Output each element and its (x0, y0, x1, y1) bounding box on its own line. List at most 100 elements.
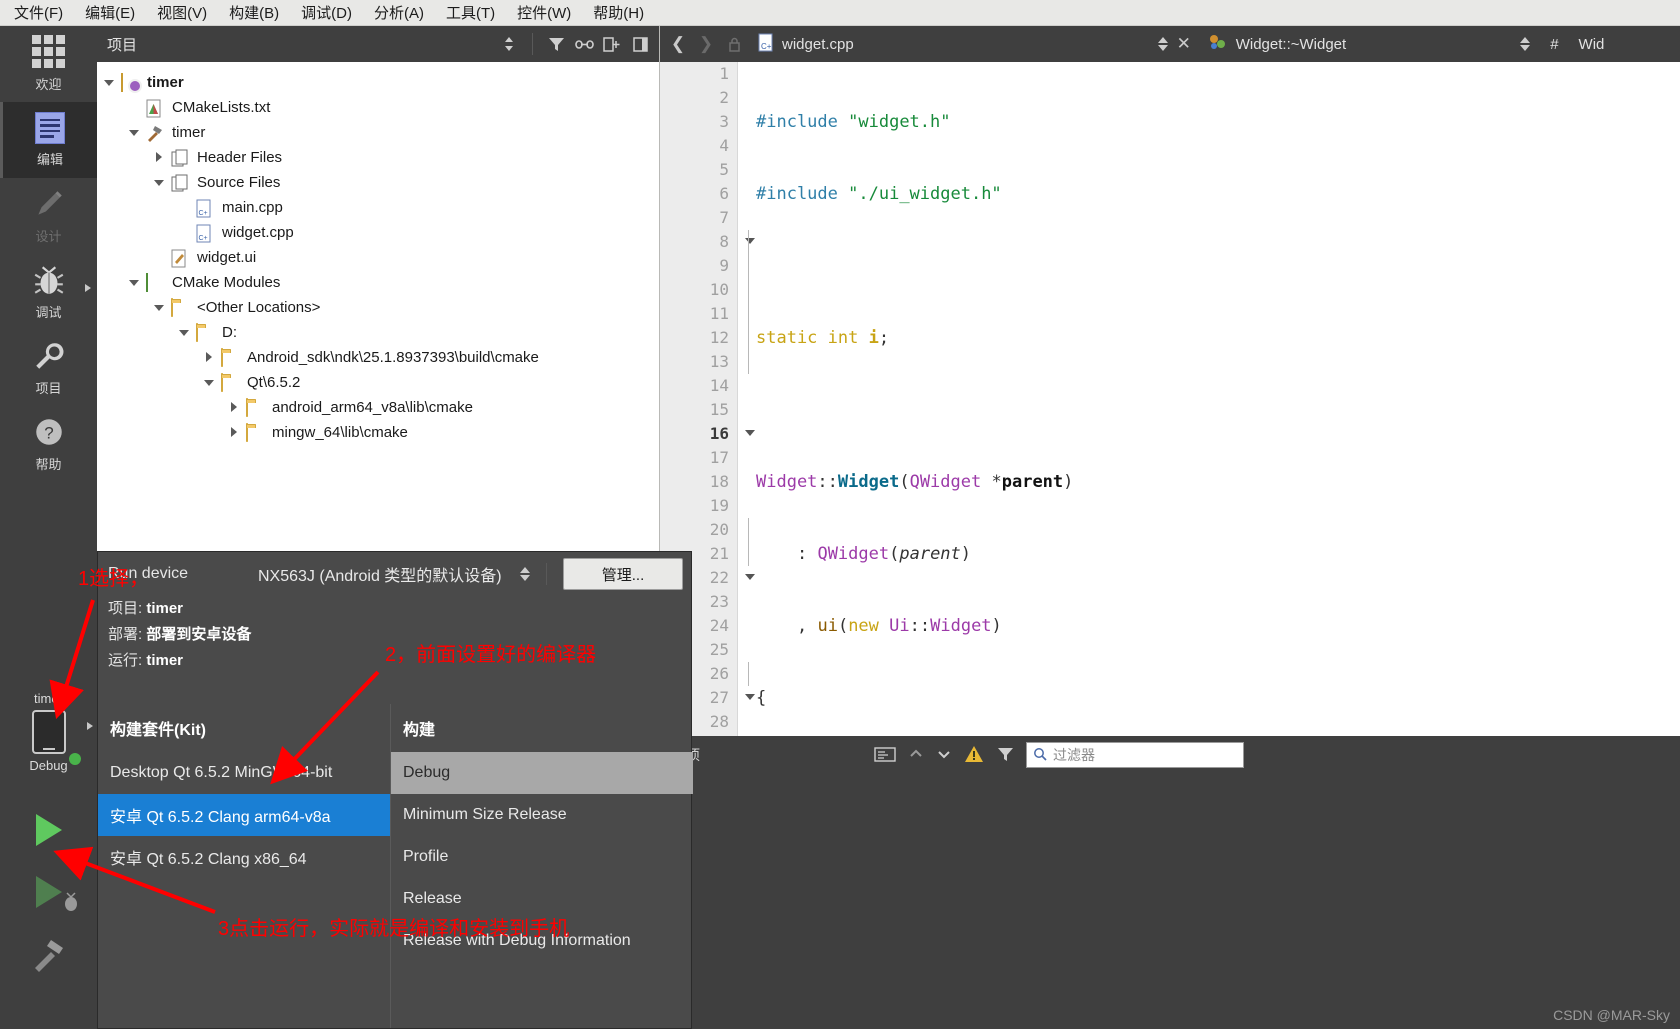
tree-item[interactable]: CMake Modules (103, 270, 659, 295)
tree-item[interactable]: mingw_64\lib\cmake (103, 420, 659, 445)
sidebar-item-help[interactable]: ? 帮助 (0, 406, 97, 482)
chevron-down-icon[interactable] (178, 326, 192, 340)
menu-view[interactable]: 视图(V) (157, 2, 207, 23)
panel-icon[interactable] (629, 33, 651, 55)
device-spinner-icon[interactable] (520, 567, 530, 581)
question-circle-icon: ? (35, 419, 62, 445)
kit-selector-popup[interactable]: Run device NX563J (Android 类型的默认设备) 管理..… (97, 551, 693, 1029)
tree-item[interactable]: D: (103, 320, 659, 345)
chevron-down-icon[interactable] (203, 376, 217, 390)
tree-item[interactable]: timer (103, 120, 659, 145)
kit-list-item[interactable]: 安卓 Qt 6.5.2 Clang x86_64 (98, 836, 390, 878)
tree-item[interactable]: Header Files (103, 145, 659, 170)
build-list-item[interactable]: Debug (391, 752, 693, 794)
sidebar-item-projects[interactable]: 项目 (0, 330, 97, 406)
svg-text:?: ? (44, 423, 53, 442)
nav-back-icon[interactable]: ❮ (666, 31, 690, 57)
lock-icon[interactable] (722, 31, 746, 57)
menu-analyze[interactable]: 分析(A) (374, 2, 424, 23)
line-number: 12 (709, 328, 729, 347)
pencil-icon (37, 191, 62, 215)
menu-edit[interactable]: 编辑(E) (85, 2, 135, 23)
tree-item[interactable]: C+ main.cpp (103, 195, 659, 220)
filter-icon[interactable] (996, 745, 1014, 766)
tree-item[interactable]: timer (103, 70, 659, 95)
chevron-right-icon[interactable] (153, 151, 167, 165)
tree-item[interactable]: <Other Locations> (103, 295, 659, 320)
tree-item[interactable]: Source Files (103, 170, 659, 195)
kit-column: 构建套件(Kit) Desktop Qt 6.5.2 MinGW 64-bit 安… (98, 704, 391, 1028)
folder-icon (221, 372, 241, 392)
fold-toggle-icon[interactable] (745, 694, 755, 700)
nav-forward-icon[interactable]: ❯ (694, 31, 718, 57)
build-list-item[interactable]: Profile (391, 836, 693, 878)
editor-filename: widget.cpp (782, 35, 854, 53)
symbol-spinner-icon[interactable] (1520, 37, 1531, 51)
sort-spinner-icon[interactable] (498, 33, 520, 55)
project-tree[interactable]: timer CMakeLists.txt timer Header Files Sour… (97, 62, 659, 445)
file-selector-spinner-icon[interactable] (1157, 37, 1168, 51)
code-text[interactable]: #include "widget.h" #include "./ui_widge… (756, 62, 1680, 736)
run-control-stack: timer Debug (0, 664, 97, 1029)
kit-list-item[interactable]: Desktop Qt 6.5.2 MinGW 64-bit (98, 752, 390, 794)
close-icon[interactable]: ✕ (1172, 31, 1196, 57)
chevron-up-icon[interactable] (908, 747, 924, 764)
tree-item[interactable]: Android_sdk\ndk\25.1.8937393\build\cmake (103, 345, 659, 370)
kit-list-item[interactable]: 安卓 Qt 6.5.2 Clang arm64-v8a (98, 794, 390, 836)
chevron-down-icon[interactable] (128, 276, 142, 290)
symbol-selector[interactable]: Widget::~Widget (1208, 33, 1346, 55)
build-button[interactable] (0, 923, 97, 985)
debug-button[interactable] (0, 861, 97, 923)
line-number: 20 (709, 520, 729, 539)
chevron-down-icon[interactable] (128, 126, 142, 140)
chevron-right-icon[interactable] (203, 351, 217, 365)
sidebar-item-design[interactable]: 设计 (0, 178, 97, 254)
fold-toggle-icon[interactable] (745, 430, 755, 436)
menu-debug[interactable]: 调试(D) (301, 2, 352, 23)
chevron-right-icon[interactable] (228, 426, 242, 440)
sidebar-item-edit[interactable]: 编辑 (0, 102, 97, 178)
menu-tools[interactable]: 工具(T) (446, 2, 495, 23)
chevron-down-icon[interactable] (153, 301, 167, 315)
line-number: 5 (719, 160, 729, 179)
bug-small-icon (65, 892, 77, 911)
run-button[interactable] (0, 799, 97, 861)
line-number: 15 (709, 400, 729, 419)
line-number: 13 (709, 352, 729, 371)
tree-item[interactable]: Qt\6.5.2 (103, 370, 659, 395)
tree-item[interactable]: C+ widget.cpp (103, 220, 659, 245)
meta-run-key: 运行: (108, 652, 143, 669)
run-device-value[interactable]: NX563J (Android 类型的默认设备) (258, 562, 510, 586)
sidebar-item-debug[interactable]: 调试 (0, 254, 97, 330)
menu-help[interactable]: 帮助(H) (593, 2, 644, 23)
fold-toggle-icon[interactable] (745, 238, 755, 244)
chevron-down-icon[interactable] (153, 176, 167, 190)
menu-widgets[interactable]: 控件(W) (517, 2, 571, 23)
build-list-item[interactable]: Minimum Size Release (391, 794, 693, 836)
chevron-right-icon[interactable] (228, 401, 242, 415)
code-editor[interactable]: 1 2 3 4 5 6 7 8 9 10 11 12 13 14 15 16 17 18 19 20 21 22 23 24 2… (660, 62, 1680, 736)
fold-toggle-icon[interactable] (745, 574, 755, 580)
output-pane-icon[interactable] (874, 745, 896, 766)
chevron-down-icon[interactable] (103, 76, 117, 90)
sidebar-item-welcome[interactable]: 欢迎 (0, 26, 97, 102)
filter-input[interactable]: 过滤器 (1026, 742, 1244, 768)
menu-build[interactable]: 构建(B) (229, 2, 279, 23)
tree-item[interactable]: widget.ui (103, 245, 659, 270)
open-file-chip[interactable]: C+ widget.cpp (750, 33, 854, 56)
tree-item[interactable]: android_arm64_v8a\lib\cmake (103, 395, 659, 420)
tree-item[interactable]: CMakeLists.txt (103, 95, 659, 120)
manage-button[interactable]: 管理... (563, 558, 683, 590)
split-icon[interactable] (601, 33, 623, 55)
kit-list[interactable]: Desktop Qt 6.5.2 MinGW 64-bit 安卓 Qt 6.5.2… (98, 752, 390, 878)
link-icon[interactable] (573, 33, 595, 55)
menu-file[interactable]: 文件(F) (14, 2, 63, 23)
cpp-file-icon: C+ (196, 224, 216, 242)
filter-icon[interactable] (545, 33, 567, 55)
watermark: CSDN @MAR-Sky (1553, 1007, 1670, 1023)
meta-run-value: timer (146, 652, 184, 669)
target-selector-button[interactable]: timer Debug (0, 664, 97, 799)
warning-icon[interactable] (964, 745, 984, 766)
grid-icon (31, 35, 66, 69)
chevron-down-icon[interactable] (936, 747, 952, 764)
